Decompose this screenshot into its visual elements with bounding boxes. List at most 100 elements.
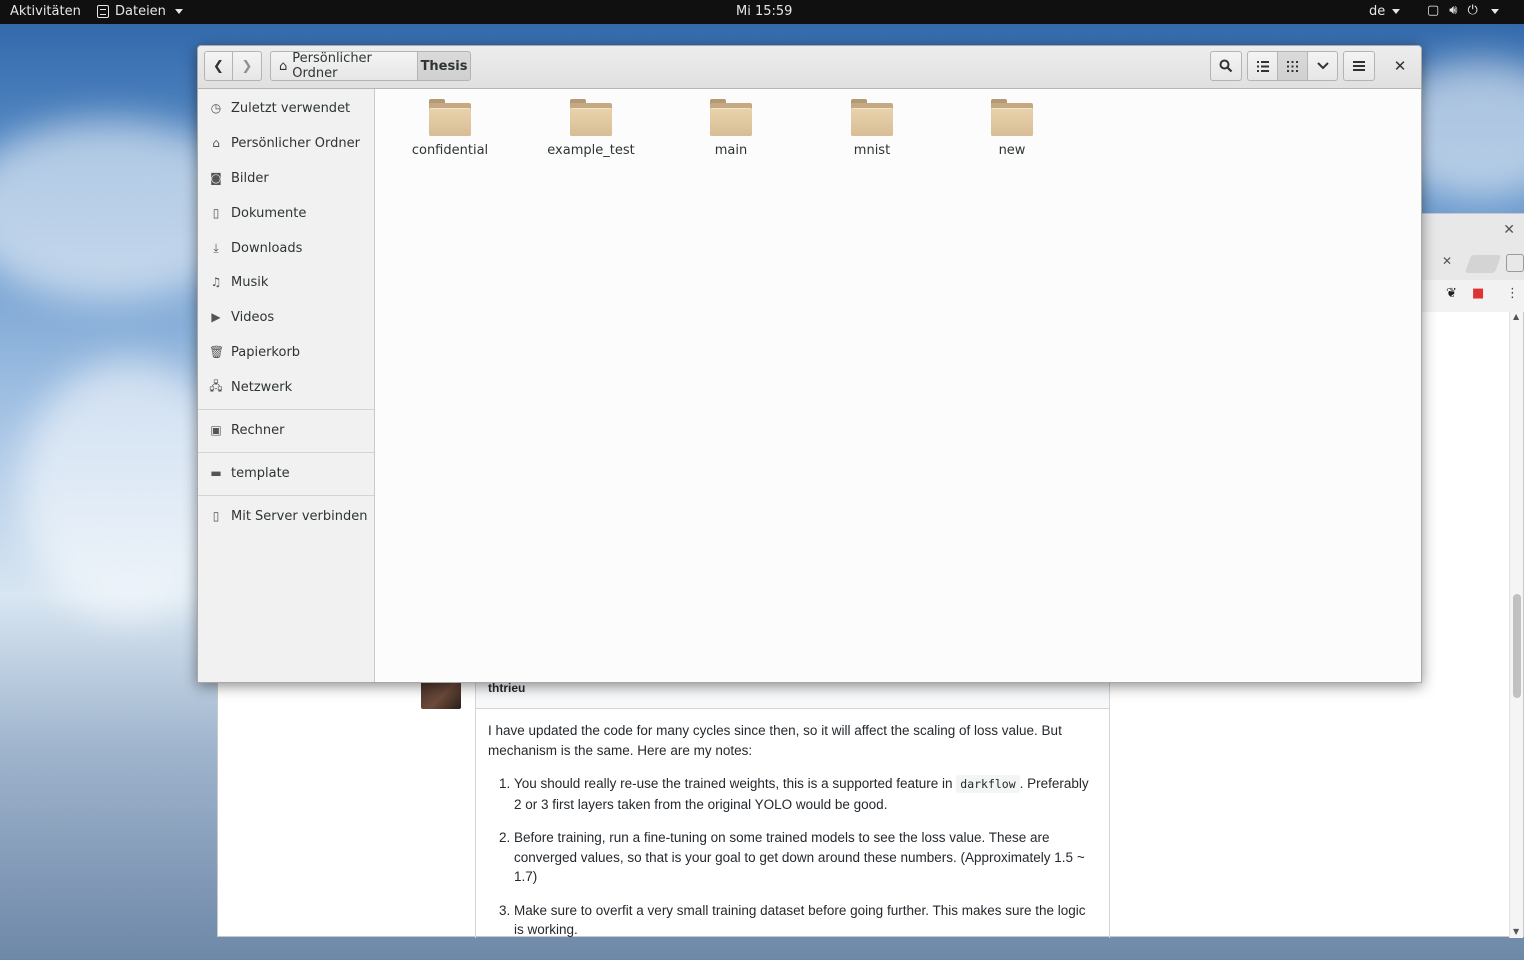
sidebar-item-trash[interactable]: 🗑︎ Papierkorb: [198, 337, 374, 367]
folder-label: mnist: [853, 143, 891, 158]
chevron-down-icon: [1490, 8, 1499, 14]
tab-close-icon[interactable]: ✕: [1442, 254, 1452, 268]
app-menu[interactable]: Dateien: [97, 4, 183, 19]
sidebar-item-downloads[interactable]: ⤓ Downloads: [198, 233, 374, 263]
folder-item[interactable]: example_test: [531, 97, 651, 167]
server-icon: ▯: [212, 509, 220, 523]
folder-item[interactable]: mnist: [812, 97, 932, 167]
app-menu-button[interactable]: [1343, 51, 1375, 81]
folder-label: confidential: [411, 143, 489, 158]
files-app-icon: [97, 5, 109, 18]
computer-icon: ▣: [210, 423, 222, 437]
breadcrumb-current[interactable]: Thesis: [417, 51, 471, 81]
sidebar-item-label: Netzwerk: [231, 379, 293, 395]
header-bar: ❮ ❯ ⌂ Persönlicher Ordner Thesis ✕: [198, 46, 1421, 89]
view-options-button[interactable]: [1307, 51, 1338, 81]
hamburger-icon: [1353, 61, 1365, 71]
clock-icon: ◷: [210, 101, 222, 115]
sidebar-item-label: Dokumente: [231, 205, 307, 221]
sidebar-item-computer[interactable]: ▣ Rechner: [198, 415, 374, 445]
folder-item[interactable]: main: [671, 97, 791, 167]
home-icon: ⌂: [212, 136, 220, 150]
volume-icon: 🔊︎: [1449, 3, 1458, 18]
code-snippet: darkflow: [956, 775, 1020, 793]
notes-list: You should really re-use the trained wei…: [488, 774, 1097, 940]
trash-icon: 🗑︎: [209, 345, 225, 359]
folder-item[interactable]: confidential: [390, 97, 510, 167]
clock[interactable]: Mi 15:59: [736, 4, 792, 19]
sidebar-item-pictures[interactable]: ◙ Bilder: [198, 163, 374, 193]
sidebar-item-template[interactable]: ▬ template: [198, 458, 374, 488]
download-icon: ⤓: [213, 240, 219, 255]
top-bar: Aktivitäten Dateien Mi 15:59 de ▢ 🔊︎ ⏻: [0, 0, 1524, 24]
comment-body: I have updated the code for many cycles …: [476, 709, 1109, 960]
sidebar-separator: [198, 495, 374, 496]
document-icon: ▯: [212, 206, 220, 220]
sidebar-item-documents[interactable]: ▯ Dokumente: [198, 198, 374, 228]
keyboard-layout-menu[interactable]: de: [1369, 4, 1401, 19]
scrollbar[interactable]: ▲ ▼: [1509, 312, 1523, 938]
folder-item[interactable]: new: [952, 97, 1072, 167]
scroll-up-icon[interactable]: ▲: [1513, 312, 1519, 321]
forward-button[interactable]: ❯: [232, 51, 262, 81]
window-icon: ▢: [1427, 3, 1440, 18]
chevron-down-icon: [1316, 62, 1329, 70]
sidebar-separator: [198, 452, 374, 453]
home-icon: ⌂: [279, 58, 288, 74]
close-icon[interactable]: ✕: [1503, 222, 1515, 238]
more-menu-icon[interactable]: ⋮: [1506, 286, 1519, 301]
sidebar-item-label: Musik: [231, 274, 269, 290]
close-icon: ✕: [1393, 57, 1407, 75]
close-button[interactable]: ✕: [1384, 51, 1416, 81]
sidebar-item-connect-server[interactable]: ▯ Mit Server verbinden: [198, 501, 374, 531]
list-item: You should really re-use the trained wei…: [514, 774, 1097, 814]
folder-label: main: [714, 143, 748, 158]
sidebar-item-label: Rechner: [231, 422, 285, 438]
breadcrumb-home[interactable]: ⌂ Persönlicher Ordner: [270, 51, 418, 81]
extension-icon[interactable]: ❦: [1446, 286, 1457, 301]
list-view-icon: [1256, 60, 1269, 72]
extension-red-icon[interactable]: ■: [1472, 286, 1484, 301]
sidebar-item-label: Papierkorb: [231, 344, 301, 360]
sidebar-item-music[interactable]: ♫ Musik: [198, 267, 374, 297]
comment-author[interactable]: thtrieu: [488, 681, 525, 695]
sidebar-item-videos[interactable]: ▶ Videos: [198, 302, 374, 332]
camera-icon: ◙: [210, 171, 222, 185]
new-tab-button[interactable]: [1464, 255, 1502, 273]
sidebar-item-network[interactable]: 🖧︎ Netzwerk: [198, 372, 374, 402]
sidebar-item-label: Mit Server verbinden: [231, 508, 368, 524]
search-button[interactable]: [1210, 51, 1242, 81]
profile-icon[interactable]: [1506, 254, 1524, 272]
sidebar-item-label: Persönlicher Ordner: [231, 135, 360, 151]
sidebar-item-label: Videos: [231, 309, 275, 325]
folder-label: example_test: [547, 143, 635, 158]
video-icon: ▶: [211, 310, 221, 324]
sidebar-item-recent[interactable]: ◷ Zuletzt verwendet: [198, 93, 374, 123]
activities-button[interactable]: Aktivitäten: [10, 4, 81, 19]
scroll-down-icon[interactable]: ▼: [1513, 927, 1519, 936]
folder-icon: [429, 99, 471, 137]
file-view: confidential example_test main mnist new: [375, 89, 1421, 682]
scrollbar-thumb[interactable]: [1513, 594, 1521, 698]
search-icon: [1219, 59, 1233, 73]
files-window: ❮ ❯ ⌂ Persönlicher Ordner Thesis ✕ ◷ Zul…: [197, 45, 1422, 683]
chevron-down-icon: [174, 9, 183, 14]
folder-icon: [710, 99, 752, 137]
sidebar-item-label: template: [231, 465, 290, 481]
folder-icon: [851, 99, 893, 137]
back-button[interactable]: ❮: [204, 51, 233, 81]
list-view-button[interactable]: [1247, 51, 1278, 81]
sidebar-item-label: Bilder: [231, 170, 269, 186]
system-menu[interactable]: ▢ 🔊︎ ⏻: [1427, 4, 1499, 18]
keyboard-layout-label: de: [1369, 4, 1386, 19]
sidebar: ◷ Zuletzt verwendet ⌂ Persönlicher Ordne…: [198, 89, 375, 682]
list-item: Make sure to overfit a very small traini…: [514, 901, 1097, 940]
breadcrumb-current-label: Thesis: [420, 58, 468, 74]
grid-view-icon: [1287, 60, 1298, 72]
sidebar-separator: [198, 409, 374, 410]
folder-icon: [991, 99, 1033, 137]
grid-view-button[interactable]: [1277, 51, 1308, 81]
folder-label: new: [998, 143, 1026, 158]
sidebar-item-home[interactable]: ⌂ Persönlicher Ordner: [198, 128, 374, 158]
sidebar-item-label: Downloads: [231, 240, 303, 256]
